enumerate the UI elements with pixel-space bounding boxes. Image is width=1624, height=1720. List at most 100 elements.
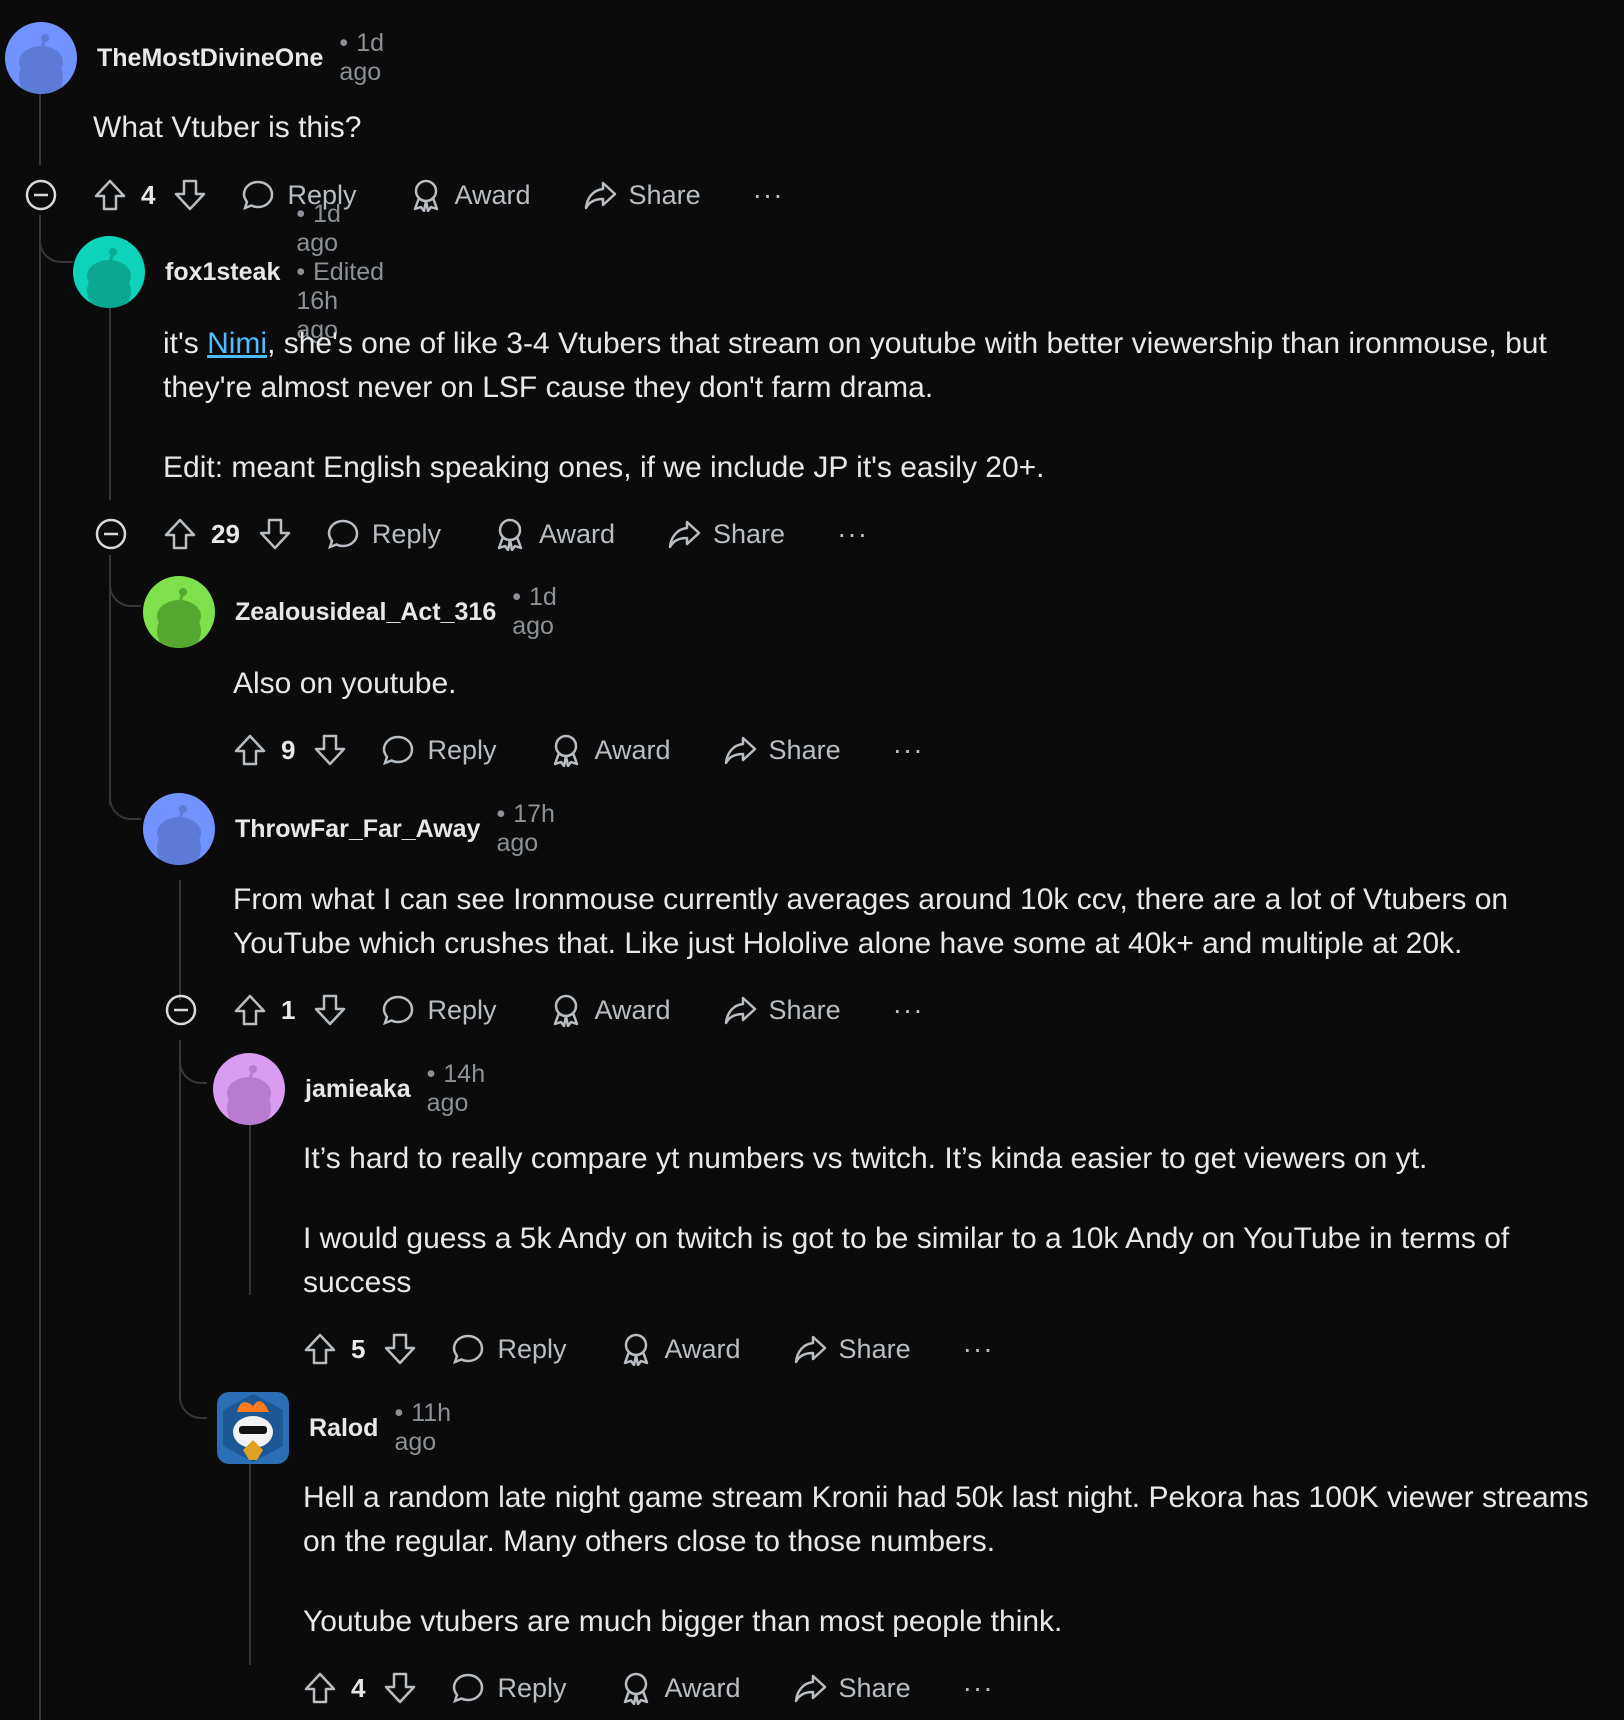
collapse-icon[interactable] xyxy=(95,518,127,550)
share-icon xyxy=(584,181,616,210)
vote-control: 4 xyxy=(93,178,207,212)
more-options-icon[interactable]: ··· xyxy=(837,518,868,550)
username[interactable]: fox1steak xyxy=(165,258,280,287)
share-icon xyxy=(724,996,756,1025)
thread-line[interactable] xyxy=(249,1125,251,1295)
user-avatar[interactable] xyxy=(143,793,215,865)
vote-control: 29 xyxy=(163,517,292,551)
thread-line[interactable] xyxy=(39,215,41,1720)
thread-connector xyxy=(109,760,141,820)
award-icon xyxy=(497,518,523,551)
share-button[interactable]: Share xyxy=(793,1671,911,1705)
share-button[interactable]: Share xyxy=(723,733,841,767)
reply-button[interactable]: Reply xyxy=(326,517,441,551)
reply-button[interactable]: Reply xyxy=(451,1332,567,1366)
reply-icon xyxy=(243,180,274,211)
comment-timestamp: • 17h ago xyxy=(496,800,555,857)
comment-body: What Vtuber is this? xyxy=(93,111,362,144)
upvote-icon[interactable] xyxy=(163,517,197,551)
award-icon xyxy=(623,1333,648,1366)
thread-line[interactable] xyxy=(179,880,181,1000)
share-button[interactable]: Share xyxy=(583,178,701,212)
share-button[interactable]: Share xyxy=(793,1332,911,1366)
comment-thread: TheMostDivineOne • 1d ago What Vtuber is … xyxy=(5,0,1624,1720)
reply-icon xyxy=(453,1334,484,1365)
comment-body: From what I can see Ironmouse currently … xyxy=(233,883,1509,960)
share-button[interactable]: Share xyxy=(723,993,841,1027)
more-options-icon[interactable]: ··· xyxy=(893,994,924,1026)
award-button[interactable]: Award xyxy=(493,517,615,551)
score: 1 xyxy=(281,994,296,1025)
share-icon xyxy=(794,1674,826,1703)
score: 5 xyxy=(351,1333,366,1364)
award-button[interactable]: Award xyxy=(549,993,671,1027)
username[interactable]: TheMostDivineOne xyxy=(97,44,323,73)
comment-actions: 5 Reply Award Share ··· xyxy=(303,1327,994,1371)
score: 29 xyxy=(211,518,240,549)
thread-line[interactable] xyxy=(109,300,111,500)
link-nimi[interactable]: Nimi xyxy=(207,327,267,360)
downvote-icon[interactable] xyxy=(383,1332,417,1366)
upvote-icon[interactable] xyxy=(233,993,267,1027)
more-options-icon[interactable]: ··· xyxy=(963,1672,994,1704)
reply-icon xyxy=(453,1673,484,1704)
upvote-icon[interactable] xyxy=(93,178,127,212)
comment-actions: 1 Reply Award Share ··· xyxy=(165,988,924,1032)
comment-body: it's Nimi, she's one of like 3-4 Vtubers… xyxy=(163,327,1547,484)
vote-control: 9 xyxy=(233,733,347,767)
collapse-icon[interactable] xyxy=(25,179,57,211)
collapse-icon[interactable] xyxy=(165,994,197,1026)
award-button[interactable]: Award xyxy=(619,1332,741,1366)
award-icon xyxy=(553,994,578,1027)
thread-line[interactable] xyxy=(179,1040,181,1400)
downvote-icon[interactable] xyxy=(258,517,292,551)
upvote-icon[interactable] xyxy=(303,1332,337,1366)
share-icon xyxy=(724,736,756,765)
vote-control: 4 xyxy=(303,1671,417,1705)
award-button[interactable]: Award xyxy=(549,733,671,767)
reply-button[interactable]: Reply xyxy=(381,993,497,1027)
comment-timestamp: • 1d ago xyxy=(512,583,557,640)
user-avatar[interactable] xyxy=(217,1392,289,1464)
vote-control: 5 xyxy=(303,1332,417,1366)
comment-body: Also on youtube. xyxy=(233,667,457,700)
comment-timestamp: • 1d ago xyxy=(339,29,384,86)
award-button[interactable]: Award xyxy=(409,178,531,212)
score: 4 xyxy=(351,1672,366,1703)
reply-button[interactable]: Reply xyxy=(381,733,497,767)
more-options-icon[interactable]: ··· xyxy=(753,179,784,211)
downvote-icon[interactable] xyxy=(173,178,207,212)
user-avatar[interactable] xyxy=(73,236,145,308)
username[interactable]: ThrowFar_Far_Away xyxy=(235,815,480,844)
award-button[interactable]: Award xyxy=(619,1671,741,1705)
thread-line[interactable] xyxy=(249,1450,251,1665)
score: 9 xyxy=(281,734,296,765)
reply-icon xyxy=(383,735,414,766)
more-options-icon[interactable]: ··· xyxy=(893,734,924,766)
user-avatar[interactable] xyxy=(5,22,77,94)
downvote-icon[interactable] xyxy=(313,733,347,767)
user-avatar[interactable] xyxy=(143,576,215,648)
comment-actions: 9 Reply Award Share ··· xyxy=(233,728,924,772)
award-icon xyxy=(623,1672,648,1705)
comment-timestamp: • 11h ago xyxy=(394,1399,452,1456)
more-options-icon[interactable]: ··· xyxy=(963,1333,994,1365)
award-icon xyxy=(413,179,438,212)
upvote-icon[interactable] xyxy=(303,1671,337,1705)
username[interactable]: Ralod xyxy=(309,1414,378,1443)
thread-connector xyxy=(39,215,73,263)
username[interactable]: Zealousideal_Act_316 xyxy=(235,598,496,627)
downvote-icon[interactable] xyxy=(313,993,347,1027)
share-button[interactable]: Share xyxy=(667,517,785,551)
thread-line[interactable] xyxy=(39,90,41,165)
comment-body: It’s hard to really compare yt numbers v… xyxy=(303,1142,1510,1299)
reply-button[interactable]: Reply xyxy=(451,1671,567,1705)
username[interactable]: jamieaka xyxy=(305,1075,411,1104)
vote-control: 1 xyxy=(233,993,347,1027)
comment-actions: 4 Reply Award Share ··· xyxy=(303,1666,994,1710)
upvote-icon[interactable] xyxy=(233,733,267,767)
user-avatar[interactable] xyxy=(213,1053,285,1125)
downvote-icon[interactable] xyxy=(383,1671,417,1705)
reply-icon xyxy=(327,519,359,550)
comment-body: Hell a random late night game stream Kro… xyxy=(303,1481,1589,1638)
